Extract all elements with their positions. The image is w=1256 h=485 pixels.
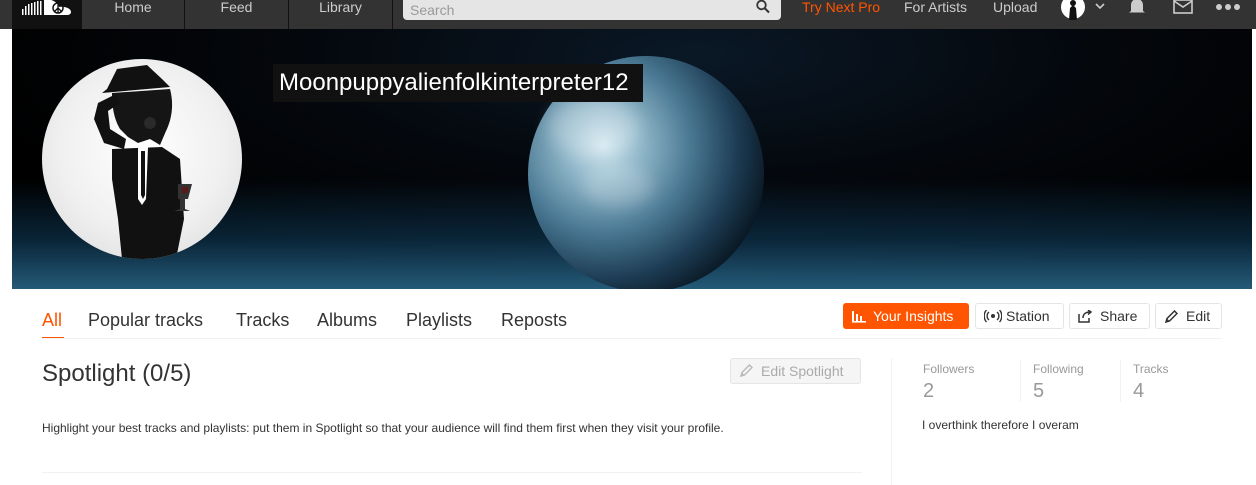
your-insights-label: Your Insights <box>873 308 954 324</box>
spotlight-description: Highlight your best tracks and playlists… <box>42 421 724 435</box>
stat-following[interactable]: Following 5 <box>1033 362 1133 403</box>
notifications-button[interactable] <box>1128 0 1146 19</box>
mail-icon <box>1173 0 1193 14</box>
nav-home[interactable]: Home <box>81 0 185 29</box>
stat-following-label: Following <box>1033 362 1084 376</box>
nav-library[interactable]: Library <box>289 0 393 29</box>
user-avatar-icon <box>1061 0 1105 20</box>
stat-followers-label: Followers <box>923 362 975 376</box>
more-dots-icon <box>1216 4 1240 10</box>
tab-albums[interactable]: Albums <box>317 309 377 331</box>
your-insights-button[interactable]: Your Insights <box>843 303 969 329</box>
stat-followers-value: 2 <box>923 380 935 402</box>
top-nav-bar: Home Feed Library Try Next Pro For Artis… <box>0 0 1256 29</box>
edit-spotlight-button[interactable]: Edit Spotlight <box>730 358 861 384</box>
stat-following-value: 5 <box>1033 380 1045 402</box>
edit-spotlight-label: Edit Spotlight <box>761 363 844 379</box>
station-label: Station <box>1006 308 1050 324</box>
station-button[interactable]: Station <box>975 303 1064 329</box>
stat-tracks-label: Tracks <box>1133 362 1169 376</box>
edit-label: Edit <box>1186 308 1211 324</box>
pencil-icon <box>1164 310 1178 324</box>
tab-all[interactable]: All <box>42 309 62 331</box>
insights-bars-icon <box>852 311 866 323</box>
bell-icon <box>1129 0 1145 13</box>
tabs-divider <box>42 338 1222 339</box>
messages-button[interactable] <box>1173 0 1193 19</box>
share-button[interactable]: Share <box>1069 303 1150 329</box>
profile-bio: I overthink therefore I overam <box>922 418 1079 432</box>
more-menu-button[interactable] <box>1216 0 1242 18</box>
search-icon[interactable] <box>755 0 771 14</box>
share-icon <box>1078 310 1092 323</box>
spotlight-title: Spotlight (0/5) <box>42 360 192 387</box>
tab-popular-tracks[interactable]: Popular tracks <box>88 309 203 331</box>
nav-feed[interactable]: Feed <box>185 0 289 29</box>
profile-header-banner: Moonpuppyalienfolkinterpreter12 <box>12 29 1252 289</box>
for-artists-link[interactable]: For Artists <box>904 0 967 14</box>
share-label: Share <box>1100 308 1138 324</box>
search-input[interactable] <box>403 0 743 20</box>
spotlight-divider <box>42 472 862 473</box>
avatar-figure-image <box>94 65 192 259</box>
edit-profile-button[interactable]: Edit <box>1155 303 1222 329</box>
user-menu[interactable] <box>1061 0 1109 25</box>
try-next-pro-link[interactable]: Try Next Pro <box>802 0 880 14</box>
stat-separator <box>1020 360 1021 402</box>
cloud-logo-icon <box>22 0 71 15</box>
pencil-icon <box>739 364 753 378</box>
soundcloud-logo[interactable] <box>12 0 81 29</box>
stat-tracks[interactable]: Tracks 4 <box>1133 362 1233 403</box>
chevron-down-icon <box>1095 3 1105 10</box>
tab-playlists[interactable]: Playlists <box>406 309 472 331</box>
stat-tracks-value: 4 <box>1133 380 1145 402</box>
stat-followers[interactable]: Followers 2 <box>923 362 1023 403</box>
stat-separator <box>1120 360 1121 402</box>
tab-tracks[interactable]: Tracks <box>236 309 289 331</box>
upload-link[interactable]: Upload <box>993 0 1037 14</box>
sidebar-divider <box>891 358 892 485</box>
station-broadcast-icon <box>984 310 1002 323</box>
search-box <box>403 0 781 20</box>
profile-avatar[interactable] <box>42 59 242 259</box>
profile-username: Moonpuppyalienfolkinterpreter12 <box>273 64 643 102</box>
tab-reposts[interactable]: Reposts <box>501 309 567 331</box>
